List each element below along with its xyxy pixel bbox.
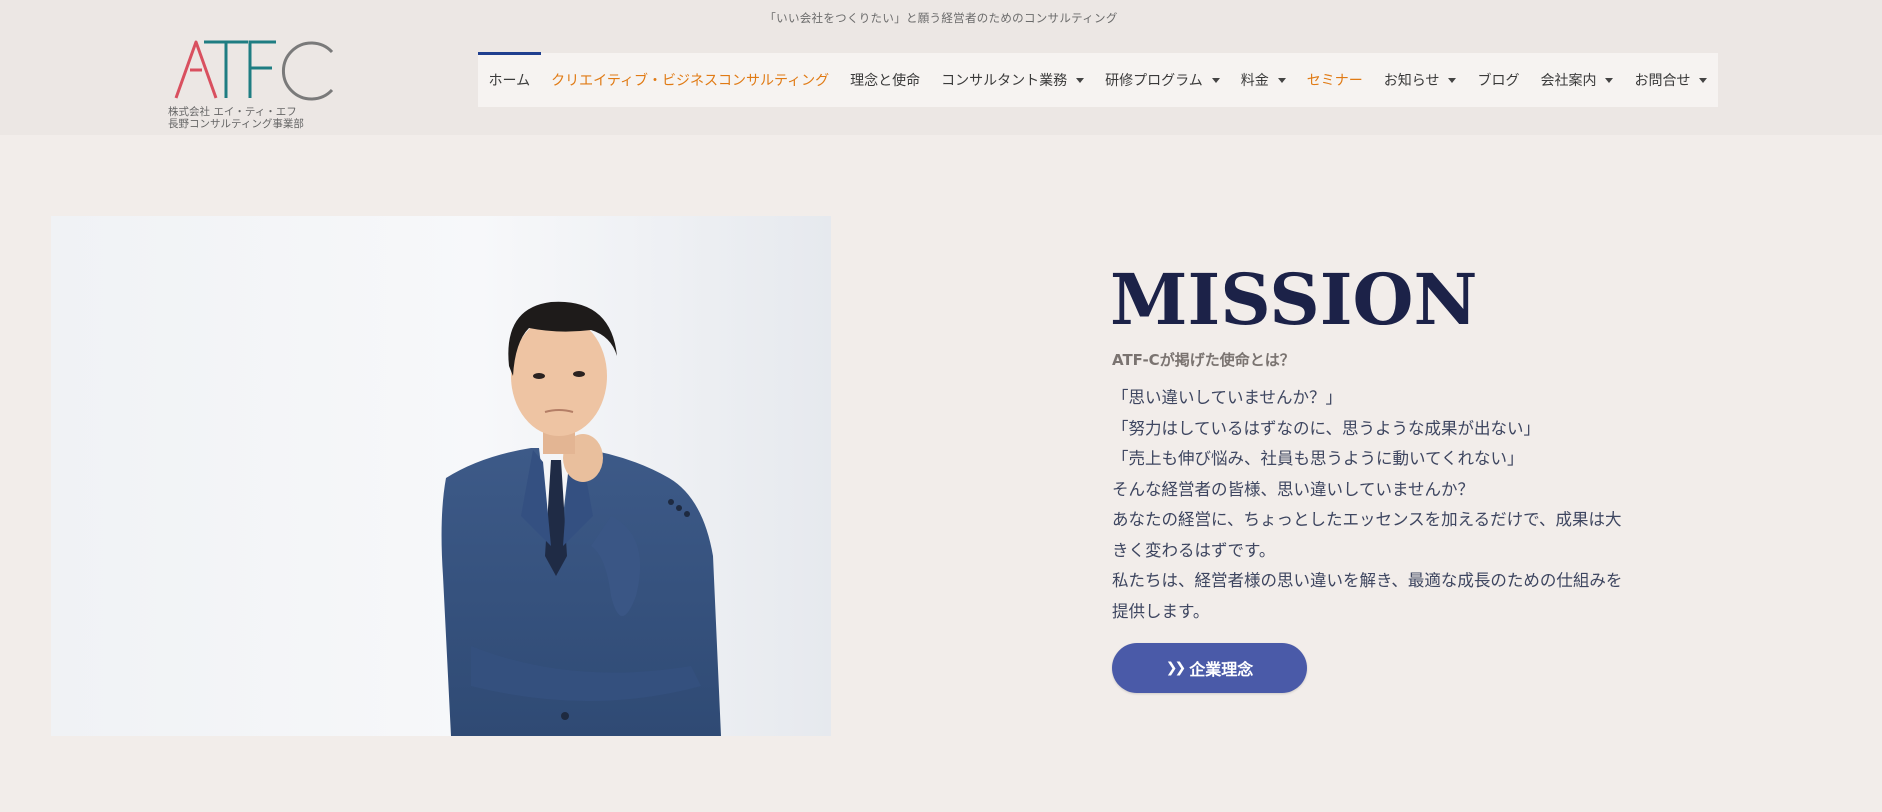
nav-item-label: お問合せ: [1634, 73, 1691, 89]
chevron-down-icon: [1448, 77, 1457, 83]
chevron-down-icon: [1277, 77, 1286, 83]
mission-line: 「思い違いしていませんか？」: [1112, 388, 1343, 407]
nav-item-label: 料金: [1240, 73, 1269, 89]
site-tagline: 「いい会社をつくりたい」と願う経営者のためのコンサルティング: [764, 11, 1118, 25]
logo-company-name: 株式会社 エイ・ティ・エフ: [168, 106, 297, 118]
mission-line: きく変わるはずです。: [1112, 540, 1276, 560]
main-nav: ホーム クリエイティブ・ビジネスコンサルティング 理念と使命 コンサルタント業務…: [478, 52, 1718, 107]
mission-line: あなたの経営に、ちょっとしたエッセンスを加えるだけで、成果は大: [1112, 510, 1622, 529]
businessman-illustration: [51, 216, 831, 736]
mission-title: MISSION: [1110, 258, 1478, 341]
site-header: 「いい会社をつくりたい」と願う経営者のためのコンサルティング 株式会社 エイ・テ…: [0, 0, 1882, 135]
nav-item-creative-business-consulting[interactable]: クリエイティブ・ビジネスコンサルティング: [541, 53, 840, 107]
mission-subtitle: ATF-Cが掲げた使命とは？: [1112, 351, 1295, 369]
logo-division-name: 長野コンサルティング事業部: [168, 118, 304, 130]
cta-label: 企業理念: [1189, 660, 1254, 679]
nav-item-label: ブログ: [1477, 73, 1520, 89]
chevron-down-icon: [1699, 77, 1708, 83]
atfc-logo-mark: [174, 40, 334, 101]
nav-item-label: 理念と使命: [850, 73, 921, 89]
nav-item-label: クリエイティブ・ビジネスコンサルティング: [551, 73, 830, 89]
mission-line: そんな経営者の皆様、思い違いしていませんか？: [1112, 479, 1475, 499]
hero-photo-thinking-businessman: [51, 216, 831, 736]
nav-item-news[interactable]: お知らせ: [1373, 53, 1467, 107]
nav-item-seminar[interactable]: セミナー: [1296, 53, 1373, 107]
nav-item-home[interactable]: ホーム: [478, 52, 541, 107]
mission-line: 私たちは、経営者様の思い違いを解き、最適な成長のための仕組みを: [1112, 571, 1623, 590]
nav-item-consultant-services[interactable]: コンサルタント業務: [931, 53, 1095, 107]
corporate-philosophy-button[interactable]: ❯❯ 企業理念: [1112, 643, 1307, 693]
nav-item-label: 会社案内: [1540, 73, 1597, 89]
chevron-down-icon: [1076, 77, 1085, 83]
mission-body: 「思い違いしていませんか？」 「努力はしているはずなのに、思うような成果が出ない…: [1112, 383, 1652, 627]
nav-item-label: コンサルタント業務: [941, 73, 1068, 89]
mission-line: 「努力はしているはずなのに、思うような成果が出ない」: [1112, 418, 1541, 438]
nav-item-label: 研修プログラム: [1105, 73, 1203, 89]
nav-item-philosophy[interactable]: 理念と使命: [840, 53, 931, 107]
nav-item-label: セミナー: [1306, 73, 1363, 89]
nav-item-training-programs[interactable]: 研修プログラム: [1095, 53, 1231, 107]
double-chevron-right-icon: ❯❯: [1165, 660, 1187, 676]
nav-item-blog[interactable]: ブログ: [1467, 53, 1530, 107]
logo-subtext: 株式会社 エイ・ティ・エフ 長野コンサルティング事業部: [168, 106, 304, 130]
chevron-down-icon: [1211, 77, 1220, 83]
mission-line: 提供します。: [1112, 601, 1210, 621]
nav-item-pricing[interactable]: 料金: [1230, 53, 1296, 107]
nav-item-label: お知らせ: [1383, 73, 1440, 89]
nav-item-contact[interactable]: お問合せ: [1624, 53, 1718, 107]
nav-item-label: ホーム: [488, 73, 531, 89]
mission-line: 「売上も伸び悩み、社員も思うように動いてくれない」: [1112, 449, 1524, 468]
nav-item-company[interactable]: 会社案内: [1530, 53, 1624, 107]
chevron-down-icon: [1605, 77, 1614, 83]
site-logo[interactable]: 株式会社 エイ・ティ・エフ 長野コンサルティング事業部: [168, 36, 348, 131]
